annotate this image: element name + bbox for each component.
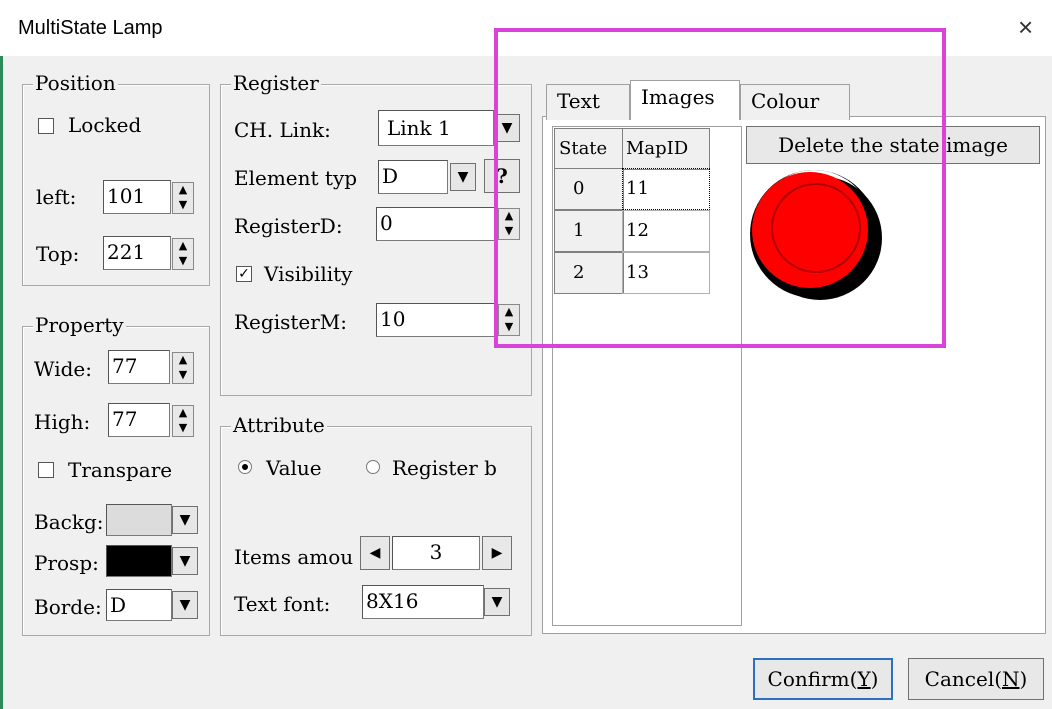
register-d-label: RegisterD:	[234, 214, 343, 238]
visibility-label: Visibility	[264, 262, 353, 286]
close-icon[interactable]: ×	[1018, 12, 1033, 43]
register-group-label: Register	[231, 71, 321, 95]
background-color-select[interactable]	[106, 504, 172, 536]
chevron-down-icon[interactable]: ▼	[172, 591, 198, 619]
high-label: High:	[34, 410, 91, 434]
text-font-label: Text font:	[234, 592, 331, 616]
chevron-down-icon[interactable]: ▼	[172, 547, 198, 575]
prospect-label: Prosp:	[34, 551, 99, 575]
border-label: Borde:	[34, 595, 102, 619]
left-input[interactable]: 101	[103, 180, 171, 214]
border-select[interactable]: D	[106, 589, 172, 621]
position-group-label: Position	[33, 71, 118, 95]
register-m-input[interactable]: 10	[376, 303, 496, 337]
down-arrow-icon[interactable]: ▼	[173, 421, 193, 436]
confirm-label: Confirm(	[767, 667, 858, 691]
attribute-group-label: Attribute	[231, 413, 327, 437]
background-label: Backg:	[34, 510, 104, 534]
top-input[interactable]: 221	[103, 236, 171, 270]
items-amount-input[interactable]: 3	[392, 536, 480, 570]
value-radio-label: Value	[266, 456, 322, 480]
wide-label: Wide:	[34, 357, 92, 381]
confirm-key: Y	[857, 667, 871, 691]
up-arrow-icon[interactable]: ▲	[173, 406, 193, 421]
top-label: Top:	[36, 242, 80, 266]
property-group-label: Property	[33, 313, 126, 337]
confirm-paren: )	[870, 667, 879, 691]
ch-link-select[interactable]: Link 1	[378, 110, 494, 146]
prospect-color-select[interactable]	[106, 545, 172, 577]
window-title: MultiState Lamp	[18, 17, 163, 39]
high-spinner[interactable]: ▲ ▼	[172, 405, 194, 437]
cancel-button[interactable]: Cancel(N)	[908, 658, 1044, 700]
high-input[interactable]: 77	[108, 403, 170, 437]
up-arrow-icon[interactable]: ▲	[173, 239, 193, 254]
down-arrow-icon[interactable]: ▼	[173, 198, 193, 213]
text-font-select[interactable]: 8X16	[362, 585, 484, 619]
visibility-checkbox[interactable]: ✓	[236, 266, 252, 282]
locked-checkbox[interactable]	[38, 118, 54, 134]
transparent-label: Transpare	[68, 458, 173, 482]
top-spinner[interactable]: ▲ ▼	[172, 238, 194, 270]
up-arrow-icon[interactable]: ▲	[173, 353, 193, 368]
transparent-checkbox[interactable]	[38, 462, 54, 478]
cancel-key: N	[1002, 667, 1020, 691]
highlight-rectangle	[494, 28, 946, 348]
chevron-down-icon[interactable]: ▼	[450, 163, 476, 191]
cancel-paren: )	[1019, 667, 1028, 691]
chevron-down-icon[interactable]: ▼	[172, 506, 198, 534]
confirm-button[interactable]: Confirm(Y)	[753, 658, 893, 700]
ch-link-label: CH. Link:	[234, 118, 331, 142]
locked-label: Locked	[68, 113, 142, 137]
element-type-select[interactable]: D	[378, 160, 448, 194]
left-label: left:	[36, 185, 77, 209]
left-spinner[interactable]: ▲ ▼	[172, 182, 194, 214]
down-arrow-icon[interactable]: ▼	[173, 368, 193, 383]
register-b-radio[interactable]	[366, 460, 380, 474]
cancel-label: Cancel(	[924, 667, 1003, 691]
register-d-input[interactable]: 0	[376, 207, 496, 241]
wide-spinner[interactable]: ▲ ▼	[172, 352, 194, 384]
down-arrow-icon[interactable]: ▼	[173, 254, 193, 269]
items-increment-button[interactable]: ▶	[482, 536, 512, 570]
element-type-label: Element typ	[234, 166, 358, 190]
window-border	[0, 0, 3, 709]
chevron-down-icon[interactable]: ▼	[484, 588, 510, 616]
wide-input[interactable]: 77	[108, 350, 170, 384]
items-amount-label: Items amou	[234, 545, 354, 569]
register-m-label: RegisterM:	[234, 310, 348, 334]
register-b-radio-label: Register b	[392, 456, 497, 480]
items-decrement-button[interactable]: ◀	[360, 536, 390, 570]
value-radio[interactable]	[238, 460, 252, 474]
up-arrow-icon[interactable]: ▲	[173, 183, 193, 198]
